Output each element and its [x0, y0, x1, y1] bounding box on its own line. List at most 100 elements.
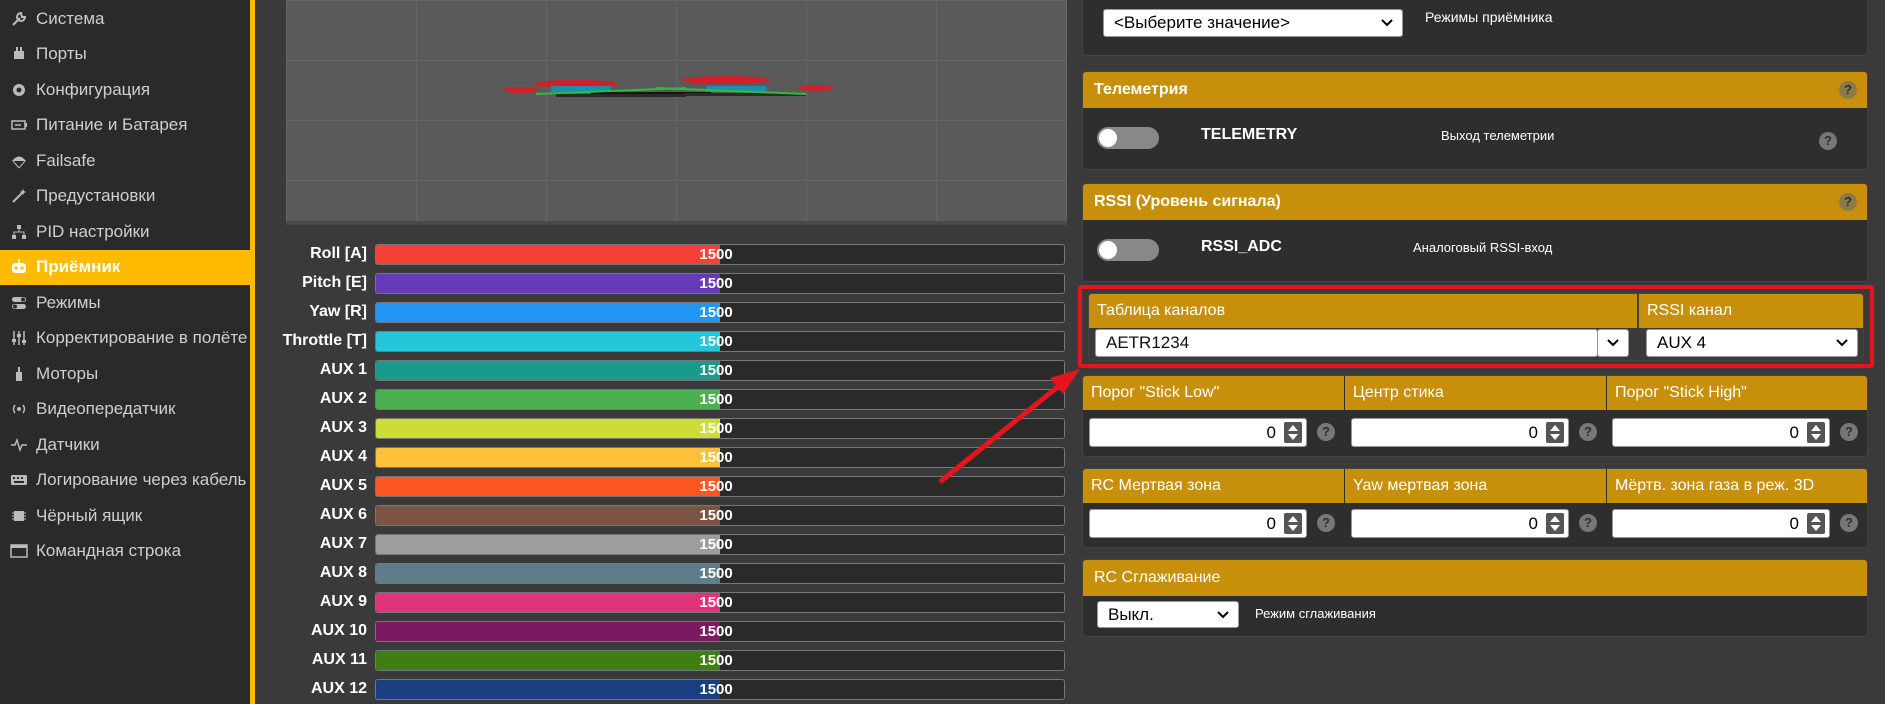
- throttle-3d-deadband-value: 0: [1789, 514, 1799, 533]
- channel-map-input[interactable]: AETR1234: [1095, 329, 1598, 357]
- sidebar-item-label: Командная строка: [36, 541, 182, 560]
- help-icon[interactable]: ?: [1317, 423, 1335, 441]
- help-icon[interactable]: ?: [1819, 132, 1837, 150]
- quadcopter-model-icon: [503, 76, 834, 97]
- telemetry-toggle[interactable]: [1097, 127, 1159, 149]
- channel-fill: [376, 448, 720, 467]
- sidebar-item-11[interactable]: Моторы: [0, 356, 255, 391]
- sidebar-item-label: Питание и Батарея: [36, 115, 188, 134]
- rc-deadband-input[interactable]: 0: [1089, 509, 1307, 538]
- stepper-icon[interactable]: [1546, 513, 1564, 534]
- sidebar-item-2[interactable]: Порты: [0, 37, 255, 72]
- channel-bar: 1500: [375, 650, 1065, 671]
- channel-value: 1500: [699, 304, 733, 321]
- stick-high-title: Порог "Stick High": [1607, 376, 1867, 410]
- channel-label: Pitch [E]: [302, 274, 367, 291]
- rc-smoothing-label: Режим сглаживания: [1255, 606, 1376, 621]
- channel-row: AUX 3 1500: [260, 416, 1075, 440]
- chevron-down-icon: [1607, 339, 1619, 347]
- help-icon[interactable]: ?: [1317, 514, 1335, 532]
- sidebar-item-label: Failsafe: [36, 150, 96, 170]
- channel-bar: 1500: [375, 534, 1065, 555]
- receiver-mode-select-value: <Выберите значение>: [1114, 13, 1291, 32]
- sidebar-item-14[interactable]: Логирование через кабель: [0, 463, 255, 498]
- channel-label: Roll [A]: [310, 245, 367, 262]
- channel-bar: 1500: [375, 476, 1065, 497]
- stepper-icon[interactable]: [1546, 422, 1564, 443]
- rc-smoothing-title: RC Сглаживание: [1094, 569, 1221, 586]
- sidebar-item-10[interactable]: Корректирование в полёте: [0, 321, 255, 356]
- sidebar-item-16[interactable]: Командная строка: [0, 534, 255, 569]
- channel-bar: 1500: [375, 273, 1065, 294]
- deadband-box: RC Мертвая зона Yaw мертвая зона Мёртв. …: [1082, 468, 1868, 548]
- channel-label: AUX 10: [310, 622, 367, 639]
- telemetry-description: Выход телеметрии: [1441, 128, 1555, 143]
- channel-row: AUX 12 1500: [260, 677, 1075, 701]
- rc-smoothing-select[interactable]: Выкл.: [1097, 601, 1239, 628]
- rssi-header: RSSI (Уровень сигнала) ?: [1083, 184, 1867, 220]
- throttle-3d-deadband-title: Мёртв. зона газа в реж. 3D: [1607, 469, 1867, 503]
- sidebar-item-1[interactable]: Система: [0, 1, 255, 36]
- channel-map-box: Таблица каналов RSSI канал AETR1234 AUX …: [1088, 293, 1864, 361]
- sidebar-item-9[interactable]: Режимы: [0, 285, 255, 320]
- motor-icon: [8, 363, 30, 385]
- sidebar-item-15[interactable]: Чёрный ящик: [0, 498, 255, 533]
- battery-icon: [8, 114, 30, 136]
- rssi-box: RSSI (Уровень сигнала) ? RSSI_ADC Аналог…: [1082, 183, 1868, 282]
- channel-bar: 1500: [375, 447, 1065, 468]
- robot-icon: [8, 256, 30, 278]
- pulse-icon: [8, 434, 30, 456]
- stick-center-input[interactable]: 0: [1351, 418, 1569, 447]
- sidebar-item-label: Логирование через кабель: [36, 470, 247, 489]
- telemetry-box: Телеметрия ? TELEMETRY Выход телеметрии …: [1082, 71, 1868, 170]
- channel-bar: 1500: [375, 418, 1065, 439]
- channel-row: AUX 11 1500: [260, 648, 1075, 672]
- terminal-icon: [8, 540, 30, 562]
- channel-bar: 1500: [375, 505, 1065, 526]
- sidebar-item-12[interactable]: Видеопередатчик: [0, 392, 255, 427]
- throttle-3d-deadband-input[interactable]: 0: [1612, 509, 1830, 538]
- channel-fill: [376, 680, 720, 699]
- help-icon[interactable]: ?: [1840, 423, 1858, 441]
- stick-center-title: Центр стика: [1345, 376, 1606, 410]
- channel-label: AUX 2: [319, 390, 367, 407]
- sidebar-item-8[interactable]: Приёмник: [0, 249, 255, 285]
- channel-fill: [376, 245, 720, 264]
- channel-bar: 1500: [375, 563, 1065, 584]
- help-icon[interactable]: ?: [1579, 423, 1597, 441]
- sidebar-item-7[interactable]: PID настройки: [0, 214, 255, 249]
- help-icon[interactable]: ?: [1579, 514, 1597, 532]
- chevron-down-icon: [1381, 19, 1393, 27]
- receiver-mode-select[interactable]: <Выберите значение>: [1103, 9, 1403, 37]
- channel-bar: 1500: [375, 360, 1065, 381]
- stepper-icon[interactable]: [1284, 422, 1302, 443]
- channel-label: AUX 12: [310, 680, 367, 697]
- sidebar-item-3[interactable]: Конфигурация: [0, 72, 255, 107]
- sidebar-item-5[interactable]: Failsafe: [0, 143, 255, 178]
- yaw-deadband-input[interactable]: 0: [1351, 509, 1569, 538]
- channel-map-dropdown-button[interactable]: [1597, 329, 1629, 357]
- rssi-adc-toggle[interactable]: [1097, 239, 1159, 261]
- rssi-channel-select[interactable]: AUX 4: [1646, 329, 1858, 357]
- stepper-icon[interactable]: [1807, 422, 1825, 443]
- help-icon[interactable]: ?: [1839, 193, 1857, 211]
- rc-smoothing-select-value: Выкл.: [1108, 604, 1154, 624]
- help-icon[interactable]: ?: [1839, 81, 1857, 99]
- sidebar-item-label: Моторы: [36, 363, 99, 383]
- sidebar-item-4[interactable]: Питание и Батарея: [0, 108, 255, 143]
- yaw-deadband-value: 0: [1528, 514, 1538, 533]
- sidebar-item-6[interactable]: Предустановки: [0, 179, 255, 214]
- stick-high-input[interactable]: 0: [1612, 418, 1830, 447]
- stepper-icon[interactable]: [1284, 513, 1302, 534]
- sidebar-item-13[interactable]: Датчики: [0, 427, 255, 462]
- stepper-icon[interactable]: [1807, 513, 1825, 534]
- sidebar-item-label: Корректирование в полёте: [36, 328, 248, 347]
- channel-map-title: Таблица каналов: [1089, 294, 1637, 328]
- stick-low-input[interactable]: 0: [1089, 418, 1307, 447]
- channel-value: 1500: [699, 507, 733, 524]
- yaw-deadband-title: Yaw мертвая зона: [1345, 469, 1606, 503]
- sidebar-item-label: Режимы: [36, 292, 101, 312]
- help-icon[interactable]: ?: [1840, 514, 1858, 532]
- keyboard-icon: [8, 469, 30, 491]
- channel-label: AUX 3: [319, 419, 367, 436]
